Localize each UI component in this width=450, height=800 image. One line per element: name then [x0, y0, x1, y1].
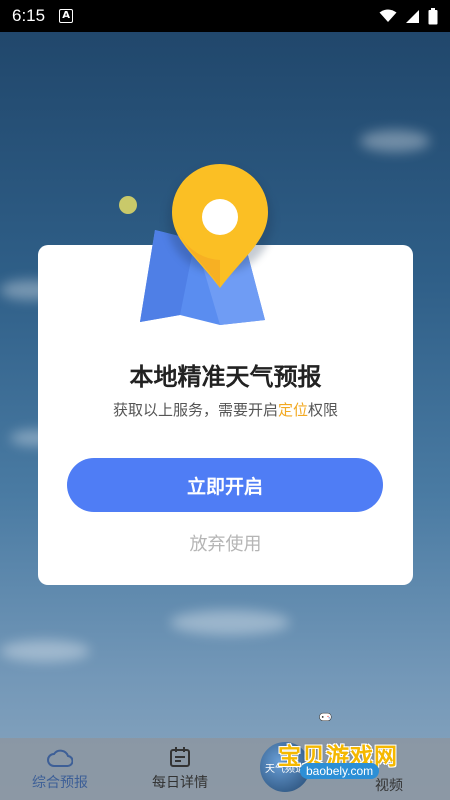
- dialog-subtitle: 获取以上服务，需要开启定位权限: [112, 401, 339, 419]
- highlight-location: 定位: [277, 401, 308, 419]
- dialog-title: 本地精准天气预报: [129, 363, 322, 391]
- background-cloud: [0, 640, 90, 662]
- enable-now-button[interactable]: 立即开启: [67, 458, 383, 512]
- tab-daily-details[interactable]: 每日详情: [120, 738, 240, 800]
- background-cloud: [360, 130, 430, 152]
- battery-icon: [428, 7, 438, 24]
- signal-icon: [406, 9, 419, 23]
- status-bar: 6:15 A: [0, 0, 450, 32]
- cloud-icon: [47, 749, 73, 767]
- status-icons: [379, 7, 438, 25]
- location-map-illustration: [140, 164, 273, 325]
- status-time: 6:15: [12, 6, 46, 25]
- watermark-url: baobely.com: [300, 763, 380, 779]
- give-up-button[interactable]: 放弃使用: [38, 530, 413, 556]
- tab-comprehensive-forecast[interactable]: 综合预报: [0, 738, 120, 800]
- a-icon: A: [59, 9, 74, 23]
- tab-label: 综合预报: [32, 775, 88, 791]
- calendar-icon: [170, 747, 190, 767]
- background-cloud: [170, 610, 290, 635]
- wifi-icon: [379, 9, 397, 22]
- tab-label: 每日详情: [152, 775, 208, 791]
- tab-label-video[interactable]: 视频: [375, 775, 403, 795]
